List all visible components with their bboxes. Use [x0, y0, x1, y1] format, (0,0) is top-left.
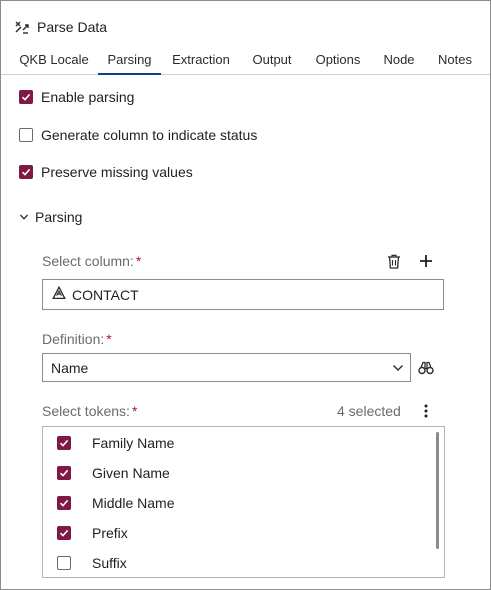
selected-column-value: CONTACT [72, 286, 139, 303]
more-vertical-icon[interactable] [416, 401, 436, 421]
list-item[interactable]: Family Name [57, 433, 174, 453]
preserve-missing-checkbox[interactable] [19, 165, 33, 179]
list-item[interactable]: Prefix [57, 523, 128, 543]
token-checkbox[interactable] [57, 466, 71, 480]
chevron-down-icon [19, 209, 29, 225]
parse-data-panel: Parse Data QKB Locale Parsing Extraction… [0, 0, 491, 590]
generate-status-label: Generate column to indicate status [41, 127, 258, 143]
token-list-scrollbar[interactable] [436, 432, 439, 549]
tab-notes[interactable]: Notes [431, 45, 479, 75]
token-checkbox[interactable] [57, 496, 71, 510]
generate-status-checkbox[interactable] [19, 128, 33, 142]
generate-status-option[interactable]: Generate column to indicate status [19, 125, 257, 145]
parsing-section-toggle[interactable]: Parsing [19, 207, 82, 227]
list-item[interactable]: Middle Name [57, 493, 174, 513]
character-column-icon [52, 285, 66, 303]
plus-icon[interactable] [416, 251, 436, 271]
binoculars-icon[interactable] [416, 358, 436, 378]
tab-parsing[interactable]: Parsing [98, 45, 161, 75]
parsing-section-label: Parsing [35, 209, 83, 225]
token-checkbox[interactable] [57, 436, 71, 450]
select-tokens-label-text: Select tokens: [42, 403, 130, 419]
enable-parsing-option[interactable]: Enable parsing [19, 87, 134, 107]
definition-select[interactable]: Name [42, 353, 411, 382]
enable-parsing-checkbox[interactable] [19, 90, 33, 104]
enable-parsing-label: Enable parsing [41, 89, 135, 105]
panel-title: Parse Data [37, 19, 108, 35]
select-tokens-label: Select tokens: * [42, 403, 137, 419]
tokens-selected-count: 4 selected [337, 403, 401, 419]
tab-output[interactable]: Output [245, 45, 299, 75]
required-mark: * [131, 403, 138, 419]
chevron-down-icon [386, 364, 410, 372]
list-item[interactable]: Suffix [57, 553, 127, 573]
definition-value: Name [51, 359, 89, 376]
definition-label: Definition: * [42, 331, 112, 347]
select-column-label: Select column: * [42, 253, 141, 269]
list-item[interactable]: Given Name [57, 463, 170, 483]
tab-node[interactable]: Node [377, 45, 421, 75]
token-label: Suffix [92, 555, 127, 571]
token-label: Family Name [92, 435, 175, 451]
preserve-missing-option[interactable]: Preserve missing values [19, 162, 193, 182]
required-mark: * [135, 253, 142, 269]
token-checkbox[interactable] [57, 556, 71, 570]
parse-data-icon [13, 18, 31, 36]
selected-column-box[interactable]: CONTACT [42, 279, 444, 310]
select-column-label-text: Select column: [42, 253, 134, 269]
tab-options[interactable]: Options [309, 45, 367, 75]
token-label: Middle Name [92, 495, 175, 511]
definition-label-text: Definition: [42, 331, 105, 347]
token-label: Prefix [92, 525, 128, 541]
panel-header: Parse Data [13, 17, 107, 37]
preserve-missing-label: Preserve missing values [41, 164, 193, 180]
token-checkbox[interactable] [57, 526, 71, 540]
tab-bar: QKB Locale Parsing Extraction Output Opt… [1, 45, 490, 75]
token-list[interactable]: Family Name Given Name Middle Name Prefi… [42, 426, 445, 578]
tab-qkb-locale[interactable]: QKB Locale [13, 45, 95, 75]
required-mark: * [106, 331, 112, 347]
tab-extraction[interactable]: Extraction [167, 45, 235, 75]
trash-icon[interactable] [384, 251, 404, 271]
token-label: Given Name [92, 465, 170, 481]
